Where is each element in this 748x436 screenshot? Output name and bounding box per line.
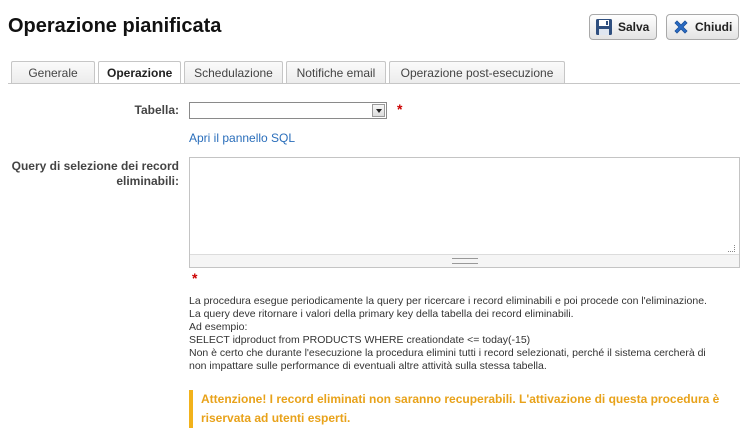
help-line: La query deve ritornare i valori della p… xyxy=(189,308,574,320)
help-text: La procedura esegue periodicamente la qu… xyxy=(189,295,739,373)
resize-handle[interactable] xyxy=(190,254,739,267)
query-label-line1: Query di selezione dei record xyxy=(11,159,179,173)
warning-line2: riservata ad utenti esperti. xyxy=(201,411,351,425)
chevron-down-icon[interactable] xyxy=(372,104,385,117)
help-line: Non è certo che durante l'esecuzione la … xyxy=(189,347,706,359)
close-icon xyxy=(672,18,690,36)
query-textarea[interactable] xyxy=(189,157,740,268)
page-title: Operazione pianificata xyxy=(8,15,222,37)
table-label: Tabella: xyxy=(134,103,179,117)
query-label-line2: eliminabili: xyxy=(116,174,179,188)
tab-divider xyxy=(8,83,740,84)
tab-bar: Generale Operazione Schedulazione Notifi… xyxy=(11,61,568,84)
resize-corner-icon[interactable] xyxy=(728,245,735,252)
warning-message: Attenzione! I record eliminati non saran… xyxy=(189,390,734,428)
tab-operazione[interactable]: Operazione xyxy=(98,61,181,84)
required-marker: * xyxy=(192,270,198,286)
tab-generale[interactable]: Generale xyxy=(11,61,95,83)
table-select[interactable] xyxy=(189,102,387,119)
tab-operazione-post-esecuzione[interactable]: Operazione post-esecuzione xyxy=(389,61,565,83)
help-line: SELECT idproduct from PRODUCTS WHERE cre… xyxy=(189,334,531,346)
tab-schedulazione[interactable]: Schedulazione xyxy=(184,61,283,83)
required-marker: * xyxy=(397,101,403,117)
help-line: Ad esempio: xyxy=(189,321,248,333)
help-line: non impattare sulle performance di event… xyxy=(189,360,547,372)
close-button-label: Chiudi xyxy=(695,20,733,34)
sql-panel-link[interactable]: Apri il pannello SQL xyxy=(189,131,295,145)
save-button[interactable]: Salva xyxy=(589,14,657,40)
save-button-label: Salva xyxy=(618,20,650,34)
floppy-disk-icon xyxy=(595,18,613,36)
query-label: Query di selezione dei record eliminabil… xyxy=(8,159,179,189)
tab-notifiche-email[interactable]: Notifiche email xyxy=(286,61,386,83)
warning-line1: Attenzione! I record eliminati non saran… xyxy=(201,392,720,406)
close-button[interactable]: Chiudi xyxy=(666,14,739,40)
help-line: La procedura esegue periodicamente la qu… xyxy=(189,295,707,307)
